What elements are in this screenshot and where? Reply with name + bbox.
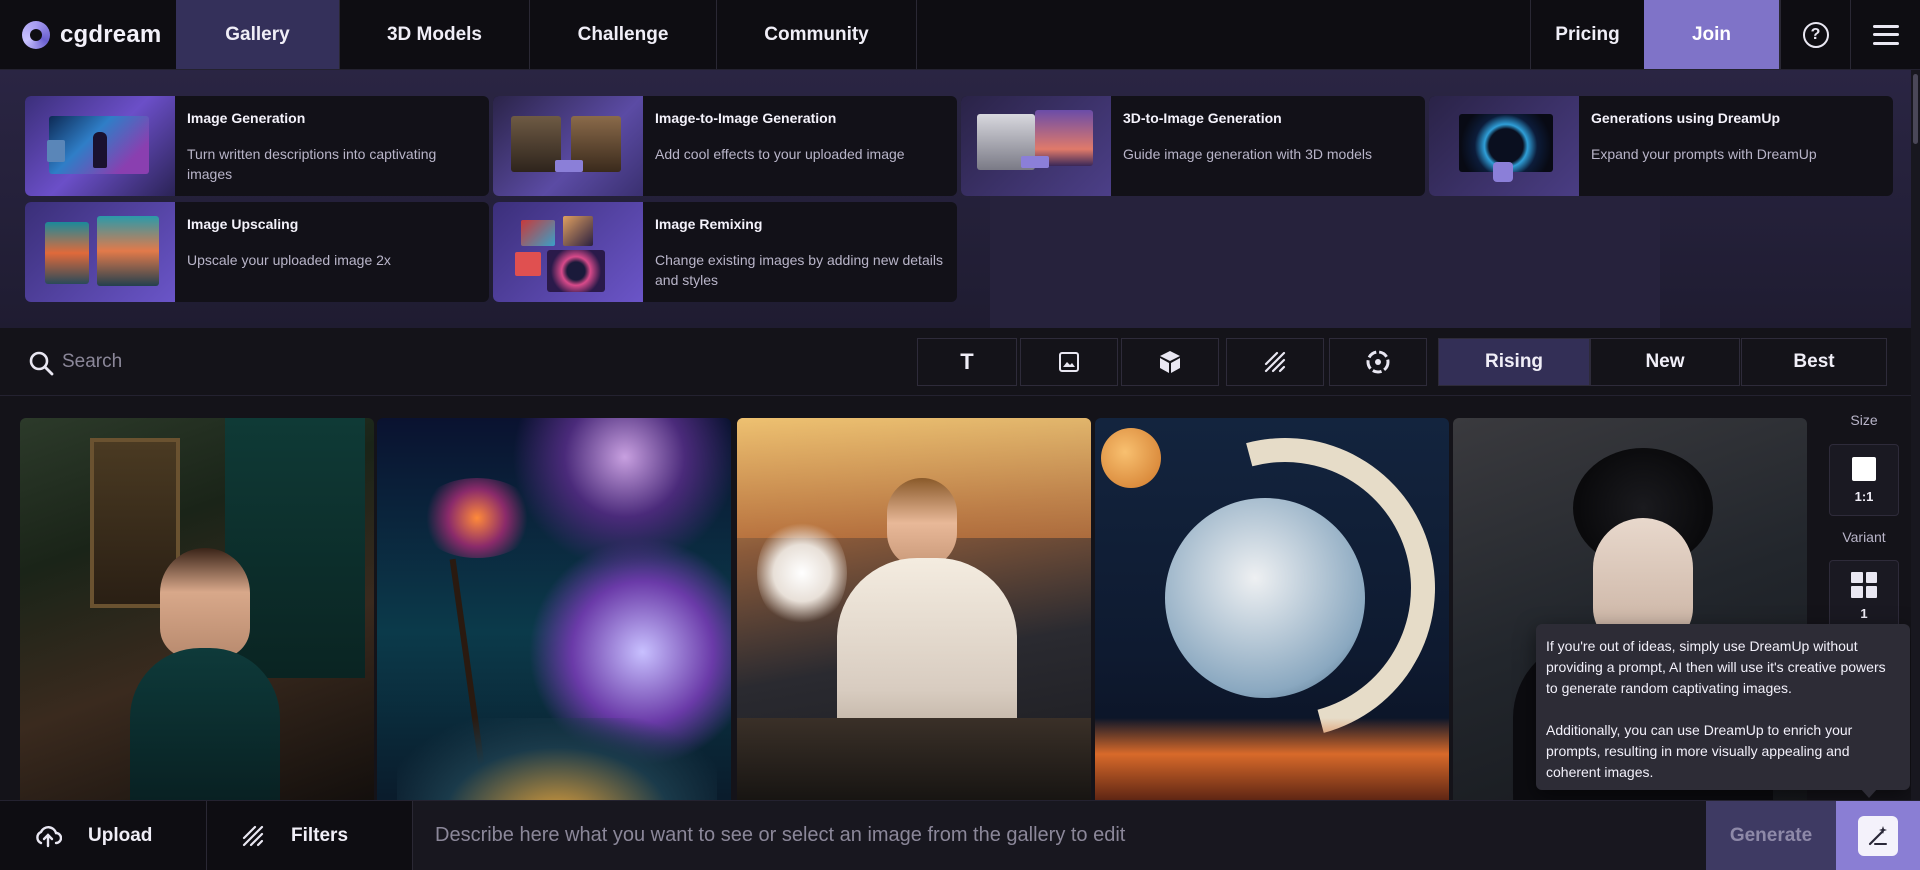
prompt-input[interactable] [413,801,1706,870]
text-icon: T [960,349,974,374]
prompt-bar: Upload Filters Generate [0,800,1920,870]
tool-dreamup-generations[interactable]: Generations using DreamUp Expand your pr… [1429,96,1893,196]
tool-thumbnail [961,96,1111,196]
tool-description: Change existing images by adding new det… [655,252,943,288]
gallery-image-victorian-woman[interactable] [20,418,374,800]
sort-best-button[interactable]: Best [1741,338,1887,386]
variant-value: 1 [1860,605,1868,621]
filter-hatch-button[interactable] [1226,338,1324,386]
grid-icon [1851,571,1877,598]
tab-3d-models[interactable]: 3D Models [340,0,530,69]
tab-challenge[interactable]: Challenge [530,0,717,69]
hamburger-icon [1872,24,1899,45]
image-icon [1059,352,1079,372]
upload-button[interactable]: Upload [0,801,207,870]
size-selector[interactable]: 1:1 [1829,444,1899,516]
dreamup-icon [1366,350,1390,374]
filters-label: Filters [291,824,349,846]
filter-bar: T Rising New Best [0,328,1920,396]
search-input[interactable] [62,345,622,379]
tooltip-paragraph: If you're out of ideas, simply use Dream… [1546,638,1886,696]
tab-gallery[interactable]: Gallery [176,0,340,69]
tool-title: Generations using DreamUp [1591,110,1781,126]
help-button[interactable]: ? [1780,0,1850,69]
gallery-image-alien-garden[interactable] [377,418,731,800]
scrollbar-track[interactable] [1911,70,1920,800]
scrollbar-thumb[interactable] [1913,74,1918,144]
tool-description: Expand your prompts with DreamUp [1591,146,1817,162]
dreamup-tooltip: If you're out of ideas, simply use Dream… [1536,624,1910,790]
cloud-upload-icon [36,825,62,847]
tool-title: Image Generation [187,110,306,126]
tool-image-upscaling[interactable]: Image Upscaling Upscale your uploaded im… [25,202,489,302]
tool-thumbnail [493,96,643,196]
gallery-image-winged-woman[interactable] [737,418,1091,800]
tab-community[interactable]: Community [717,0,917,69]
dreamup-button[interactable] [1836,801,1920,870]
tool-title: Image Upscaling [187,216,299,232]
tools-panel-shade [990,190,1660,330]
menu-button[interactable] [1850,0,1920,69]
filters-icon [242,825,264,846]
tool-description: Add cool effects to your uploaded image [655,146,905,162]
variant-selector[interactable]: 1 [1829,560,1899,632]
tool-description: Turn written descriptions into captivati… [187,146,437,182]
top-navigation: cgdream Gallery 3D Models Challenge Comm… [0,0,1920,70]
tooltip-arrow [1860,788,1878,798]
filter-3d-button[interactable] [1121,338,1219,386]
tool-image-remixing[interactable]: Image Remixing Change existing images by… [493,202,957,302]
tool-title: Image Remixing [655,216,763,232]
tool-title: Image-to-Image Generation [655,110,837,126]
upload-label: Upload [88,824,153,846]
logo-icon [22,20,50,49]
filter-image-button[interactable] [1020,338,1118,386]
cube-icon [1160,351,1180,373]
tooltip-paragraph: Additionally, you can use DreamUp to enr… [1546,722,1853,780]
size-value: 1:1 [1854,488,1874,504]
generate-button[interactable]: Generate [1706,801,1836,870]
filters-button[interactable]: Filters [207,801,413,870]
filter-text-button[interactable]: T [917,338,1017,386]
sort-rising-button[interactable]: Rising [1438,338,1590,386]
logo-text: cgdream [60,20,162,48]
square-icon [1852,456,1876,481]
tool-thumbnail [25,202,175,302]
search-icon [29,351,54,376]
filter-dreamup-button[interactable] [1329,338,1427,386]
tool-image-to-image[interactable]: Image-to-Image Generation Add cool effec… [493,96,957,196]
sort-new-button[interactable]: New [1590,338,1740,386]
help-icon: ? [1802,21,1829,48]
tool-description: Guide image generation with 3D models [1123,146,1373,162]
pricing-link[interactable]: Pricing [1530,0,1644,69]
tool-image-generation[interactable]: Image Generation Turn written descriptio… [25,96,489,196]
tool-description: Upscale your uploaded image 2x [187,252,391,268]
logo[interactable]: cgdream [0,0,176,69]
tool-thumbnail [493,202,643,302]
size-label: Size [1850,412,1878,428]
hatch-icon [1264,351,1286,373]
variant-label: Variant [1842,529,1886,545]
tool-title: 3D-to-Image Generation [1123,110,1282,126]
tools-panel: Image Generation Turn written descriptio… [0,70,1920,330]
dreamup-wand-icon [1858,815,1898,856]
tool-thumbnail [25,96,175,196]
tool-3d-to-image[interactable]: 3D-to-Image Generation Guide image gener… [961,96,1425,196]
gallery-image-crescent-moon[interactable] [1095,418,1449,800]
join-button[interactable]: Join [1644,0,1780,69]
tool-thumbnail [1429,96,1579,196]
